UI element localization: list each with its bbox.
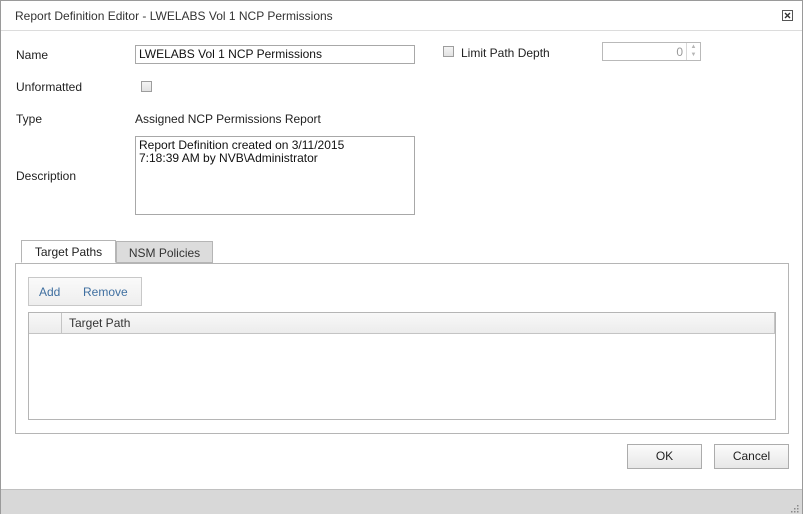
grid-header: Target Path (29, 313, 775, 334)
description-textarea[interactable]: Report Definition created on 3/11/2015 7… (135, 136, 415, 215)
spin-up-icon[interactable]: ▲ (687, 43, 700, 51)
ok-button[interactable]: OK (627, 444, 702, 469)
close-icon (782, 10, 793, 21)
limit-path-depth-label: Limit Path Depth (461, 46, 550, 60)
report-definition-editor-dialog: Report Definition Editor - LWELABS Vol 1… (0, 0, 803, 514)
description-label: Description (16, 169, 77, 183)
close-button[interactable] (782, 10, 793, 21)
grid-toolbar: Add Remove (28, 277, 142, 306)
resize-grip-icon[interactable] (790, 502, 799, 513)
spin-down-icon[interactable]: ▼ (687, 51, 700, 59)
name-input[interactable]: LWELABS Vol 1 NCP Permissions (135, 45, 415, 64)
grid-header-divider (774, 313, 775, 333)
remove-button[interactable]: Remove (83, 285, 128, 299)
tab-nsm-policies[interactable]: NSM Policies (116, 241, 213, 263)
spinner-arrows: ▲ ▼ (686, 43, 700, 60)
add-button[interactable]: Add (39, 285, 60, 299)
status-footer (1, 489, 802, 514)
tab-target-paths[interactable]: Target Paths (21, 240, 116, 263)
type-value: Assigned NCP Permissions Report (135, 112, 321, 126)
limit-path-depth-spinner[interactable]: 0 ▲ ▼ (602, 42, 701, 61)
unformatted-label: Unformatted (16, 80, 83, 94)
limit-path-depth-value: 0 (676, 45, 683, 59)
target-path-column-header[interactable]: Target Path (69, 316, 130, 330)
title-bar[interactable]: Report Definition Editor - LWELABS Vol 1… (1, 1, 802, 31)
type-label: Type (16, 112, 43, 126)
unformatted-checkbox[interactable] (141, 81, 152, 92)
target-paths-grid[interactable]: Target Path (28, 312, 776, 420)
grid-header-selector-column[interactable] (29, 313, 62, 333)
window-title: Report Definition Editor - LWELABS Vol 1… (15, 9, 333, 23)
limit-path-depth-checkbox[interactable] (443, 46, 454, 57)
name-input-value: LWELABS Vol 1 NCP Permissions (139, 47, 322, 61)
cancel-button[interactable]: Cancel (714, 444, 789, 469)
name-label: Name (16, 48, 49, 62)
